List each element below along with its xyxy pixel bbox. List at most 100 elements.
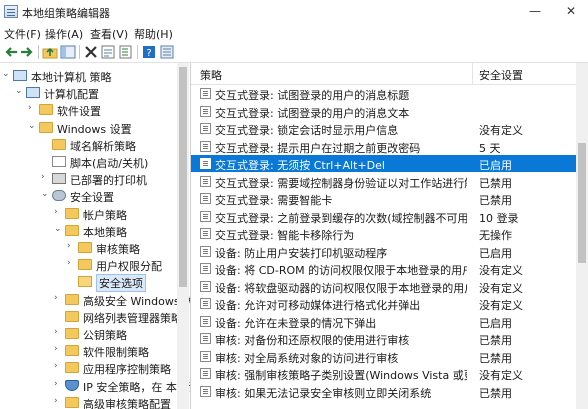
- export-list-icon[interactable]: [118, 44, 134, 60]
- policy-row[interactable]: 审核: 对全局系统对象的访问进行审核 已禁用: [191, 348, 576, 365]
- tree-item[interactable]: 网络列表管理器策略: [0, 308, 182, 326]
- chevron-right-icon[interactable]: ›: [54, 293, 58, 303]
- policy-row[interactable]: 交互式登录: 之前登录到缓存的次数(域控制器不可用时) 10 登录: [191, 208, 576, 225]
- close-button[interactable]: ✕: [554, 0, 588, 22]
- menu-help[interactable]: 帮助(H): [134, 26, 173, 42]
- security-setting-value: 没有定义: [479, 281, 523, 295]
- toolbar-separator: [137, 45, 138, 59]
- tree-scrollbar[interactable]: [177, 63, 189, 409]
- chevron-down-icon[interactable]: ⌄: [15, 86, 23, 96]
- tree-item[interactable]: 脚本(启动/关机): [0, 153, 176, 171]
- tree-item[interactable]: ⌄ 本地计算机 策略: [0, 67, 176, 85]
- policy-name: 交互式登录: 无须按 Ctrl+Alt+Del: [215, 159, 385, 172]
- policy-row[interactable]: 设备: 将 CD-ROM 的访问权限仅限于本地登录的用户 没有定义: [191, 260, 576, 277]
- policy-row[interactable]: 设备: 允许对可移动媒体进行格式化并弹出 没有定义: [191, 295, 576, 312]
- column-setting[interactable]: 安全设置: [479, 67, 523, 83]
- menu-action[interactable]: 操作(A): [45, 26, 83, 42]
- policy-row[interactable]: 交互式登录: 需要域控制器身份验证以对工作站进行解锁 已禁用: [191, 173, 576, 190]
- chevron-right-icon[interactable]: ›: [67, 241, 71, 251]
- properties-icon[interactable]: [100, 44, 116, 60]
- back-icon[interactable]: [3, 44, 19, 60]
- chevron-right-icon[interactable]: ›: [54, 327, 58, 337]
- tree-item[interactable]: ⌄ Windows 设置: [0, 119, 176, 137]
- chevron-right-icon[interactable]: ›: [28, 103, 32, 113]
- tree-item[interactable]: ⌄ 计算机配置: [0, 84, 176, 102]
- title-bar: 本地组策略编辑器 — ✕: [0, 0, 588, 24]
- chevron-down-icon[interactable]: ⌄: [41, 189, 49, 199]
- shield-icon: [65, 379, 79, 391]
- minimize-button[interactable]: —: [518, 0, 552, 22]
- tree-item[interactable]: ⌄ 本地策略: [0, 222, 176, 240]
- policy-row[interactable]: 交互式登录: 锁定会话时显示用户信息 没有定义: [191, 120, 576, 137]
- policy-row[interactable]: 交互式登录: 试图登录的用户的消息文本: [191, 103, 576, 120]
- policy-row[interactable]: 交互式登录: 智能卡移除行为 无操作: [191, 225, 576, 242]
- chevron-right-icon[interactable]: ›: [54, 379, 58, 389]
- column-policy[interactable]: 策略: [200, 67, 222, 83]
- policy-row[interactable]: 交互式登录: 试图登录的用户的消息标题: [191, 85, 576, 102]
- tree-item[interactable]: › 高级审核策略配置: [0, 394, 176, 409]
- tree-item[interactable]: › 用户权限分配: [0, 256, 176, 274]
- tree-item[interactable]: ⌄ 安全设置: [0, 187, 176, 205]
- delete-icon[interactable]: [83, 44, 99, 60]
- policy-name: 交互式登录: 需要智能卡: [215, 194, 333, 207]
- tree-item[interactable]: › 应用程序控制策略: [0, 359, 176, 377]
- menu-view[interactable]: 查看(V): [90, 26, 128, 42]
- chevron-right-icon[interactable]: ›: [54, 207, 58, 217]
- policy-row[interactable]: 交互式登录: 提示用户在过期之前更改密码 5 天: [191, 138, 576, 155]
- tree-item[interactable]: 安全选项: [0, 273, 176, 293]
- chevron-right-icon[interactable]: ›: [41, 172, 45, 182]
- policy-name: 交互式登录: 需要域控制器身份验证以对工作站进行解锁: [215, 176, 467, 190]
- folder-icon: [52, 138, 66, 150]
- computer-icon: [13, 70, 27, 81]
- policy-row[interactable]: 交互式登录: 需要智能卡 已禁用: [191, 190, 576, 207]
- script-icon: [52, 156, 66, 167]
- show-hide-tree-icon[interactable]: [60, 44, 76, 60]
- policy-row[interactable]: 审核: 强制审核策略子类别设置(Windows Vista 或更高版本... 没有…: [191, 365, 576, 382]
- chevron-right-icon[interactable]: ›: [67, 258, 71, 268]
- policy-row[interactable]: 交互式登录: 无须按 Ctrl+Alt+Del 已启用: [191, 155, 576, 172]
- policy-icon: [200, 193, 211, 204]
- tree-item[interactable]: › 软件设置: [0, 101, 176, 119]
- tree-item[interactable]: › 审核策略: [0, 239, 176, 257]
- policy-name: 设备: 将 CD-ROM 的访问权限仅限于本地登录的用户: [215, 264, 467, 277]
- tree-item-label: 软件限制策略: [83, 346, 149, 360]
- policy-name: 交互式登录: 试图登录的用户的消息文本: [215, 106, 410, 120]
- menu-file[interactable]: 文件(F): [4, 26, 41, 42]
- policy-icon: [200, 368, 211, 379]
- chevron-right-icon[interactable]: ›: [54, 361, 58, 371]
- tree-item[interactable]: › 已部署的打印机: [0, 170, 176, 188]
- chevron-down-icon[interactable]: ⌄: [54, 224, 62, 234]
- list-scrollbar[interactable]: [576, 63, 588, 409]
- security-setting-value: 没有定义: [479, 264, 523, 277]
- toolbar-separator: [38, 45, 39, 59]
- chevron-down-icon[interactable]: ⌄: [2, 69, 10, 79]
- tree-item[interactable]: › 帐户策略: [0, 205, 176, 223]
- chevron-right-icon[interactable]: ›: [54, 396, 58, 406]
- help-icon[interactable]: ?: [141, 44, 157, 60]
- view-icon[interactable]: [159, 44, 175, 60]
- security-setting-value: 已禁用: [479, 176, 512, 190]
- tree-item[interactable]: › 公钥策略: [0, 325, 176, 343]
- tree-item-label: 应用程序控制策略: [83, 363, 171, 377]
- policy-icon: [200, 175, 211, 187]
- policy-row[interactable]: 设备: 允许在未登录的情况下弹出 已启用: [191, 313, 576, 330]
- folder-icon: [65, 310, 79, 322]
- chevron-down-icon[interactable]: ⌄: [28, 121, 36, 131]
- tree-item-label: 脚本(启动/关机): [70, 157, 149, 170]
- security-setting-value: 已启用: [479, 316, 512, 330]
- list-scrollbar-thumb[interactable]: [578, 143, 586, 263]
- column-divider[interactable]: [472, 63, 473, 84]
- tree-scrollbar-thumb[interactable]: [179, 67, 187, 287]
- tree-item[interactable]: › 高级安全 Windows 防火: [0, 291, 190, 309]
- policy-row[interactable]: 审核: 对备份和还原权限的使用进行审核 已禁用: [191, 330, 576, 347]
- up-folder-icon[interactable]: [42, 44, 58, 60]
- column-header: 策略 安全设置: [191, 63, 576, 85]
- chevron-right-icon[interactable]: ›: [54, 344, 58, 354]
- tree-item[interactable]: › 软件限制策略: [0, 342, 176, 360]
- policy-row[interactable]: 审核: 如果无法记录安全审核则立即关闭系统 已禁用: [191, 383, 576, 400]
- forward-icon[interactable]: [19, 44, 35, 60]
- policy-row[interactable]: 设备: 防止用户安装打印机驱动程序 已启用: [191, 243, 576, 260]
- policy-row[interactable]: 设备: 将软盘驱动器的访问权限仅限于本地登录的用户 没有定义: [191, 278, 576, 295]
- tree-item[interactable]: › IP 安全策略，在 本地计: [0, 377, 190, 395]
- tree-item[interactable]: 域名解析策略: [0, 136, 176, 154]
